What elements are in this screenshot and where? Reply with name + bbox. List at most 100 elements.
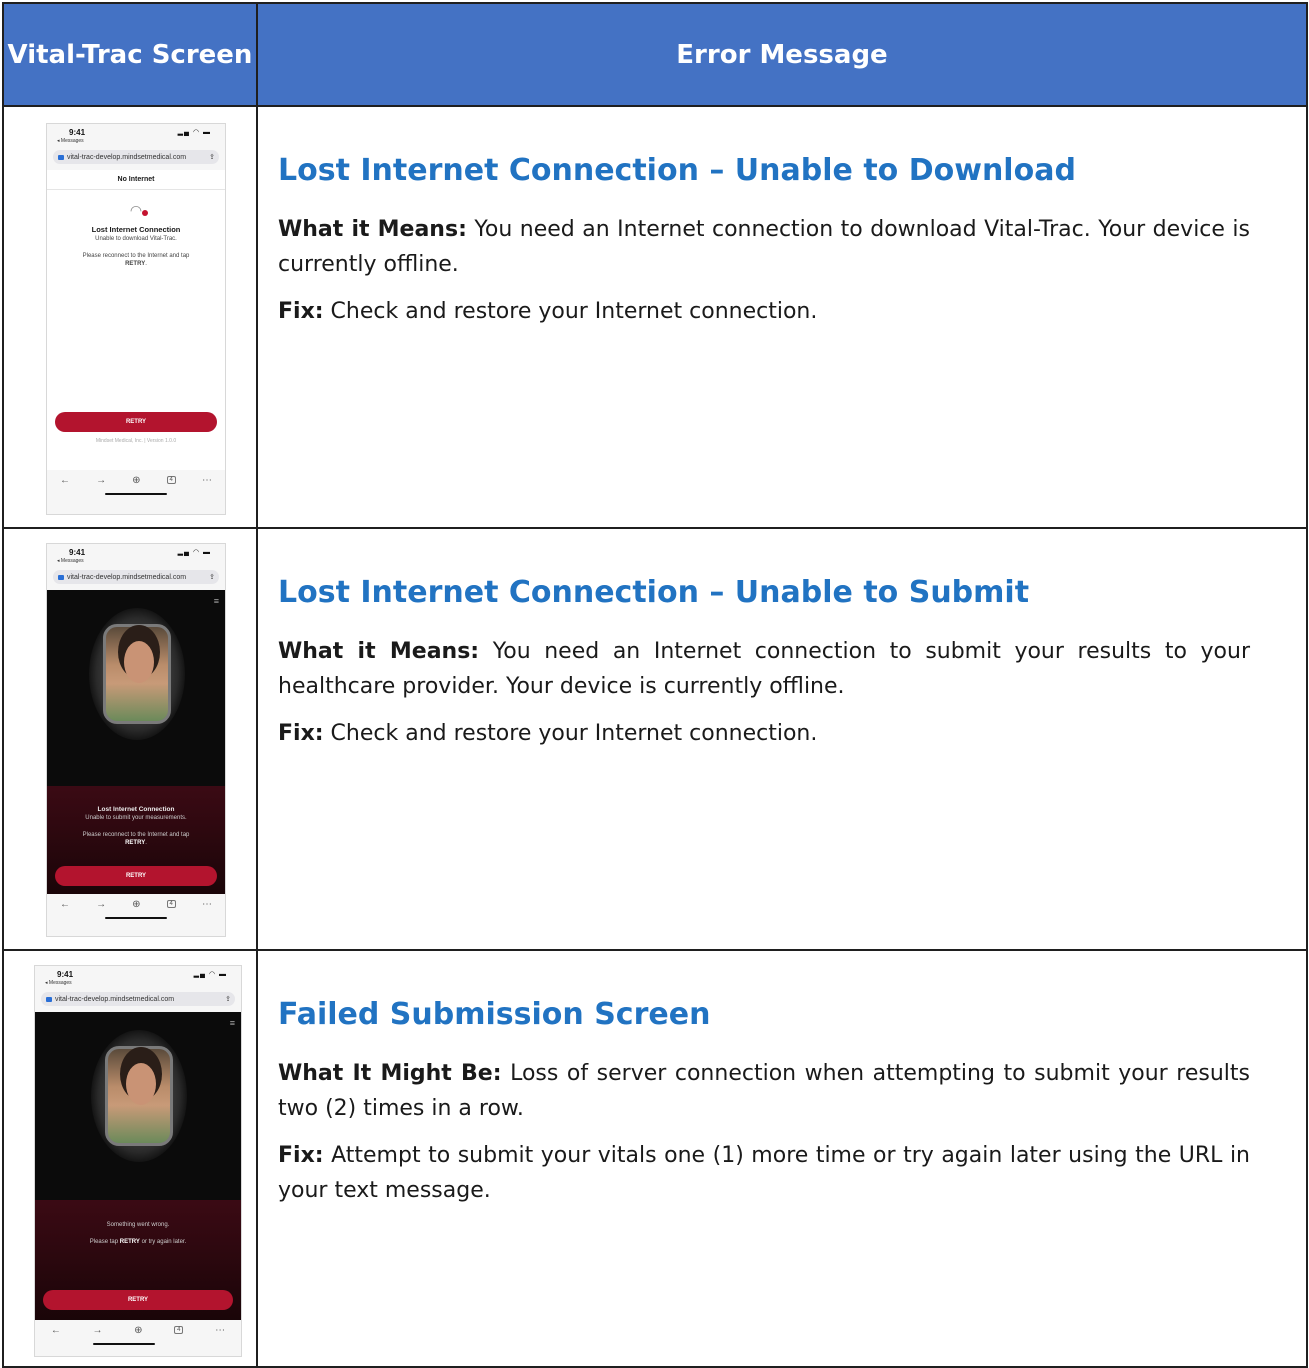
message-cell: Lost Internet Connection – Unable to Sub…	[260, 529, 1306, 949]
fix-text: Attempt to submit your vitals one (1) mo…	[278, 1143, 1250, 1203]
message-title: Lost Internet Connection	[91, 225, 181, 234]
home-indicator	[47, 914, 225, 924]
message-subtitle: Unable to download Vital-Trac.	[95, 236, 177, 242]
instructions-retry: RETRY	[125, 840, 146, 846]
table-row: 9:41 ◂ Messages ▂▄ ◠ ▬ vital-trac-develo…	[4, 951, 1306, 1366]
plus-icon: ⊕	[134, 1324, 143, 1336]
fix-paragraph: Fix: Check and restore your Internet con…	[278, 716, 1250, 751]
message-instructions: Please reconnect to the Internet and tap…	[82, 832, 190, 846]
instructions-text: Please tap	[89, 1239, 119, 1245]
more-icon: ⋯	[201, 474, 212, 486]
error-title: Failed Submission Screen	[278, 997, 711, 1032]
more-icon: ⋯	[201, 898, 212, 910]
share-icon: ⇪	[225, 996, 231, 1003]
error-title: Lost Internet Connection – Unable to Dow…	[278, 153, 1076, 188]
home-indicator	[47, 490, 225, 500]
retry-button: RETRY	[55, 412, 217, 432]
url-text: vital-trac-develop.mindsetmedical.com	[67, 573, 187, 581]
back-to-messages: ◂ Messages	[57, 138, 84, 144]
meaning-paragraph: What it Means: You need an Internet conn…	[278, 212, 1250, 282]
meaning-label: What it Means:	[278, 639, 480, 664]
screen-cell: 9:41 ◂ Messages ▂▄ ◠ ▬ vital-trac-develo…	[4, 107, 258, 527]
tabs-icon: 4	[166, 476, 176, 484]
status-time: 9:41	[69, 128, 86, 137]
signal-icon: ▂▄ ◠ ▬	[193, 971, 227, 978]
screen-cell: 9:41 ◂ Messages ▂▄ ◠ ▬ vital-trac-develo…	[4, 951, 258, 1366]
status-bar: 9:41 ◂ Messages ▂▄ ◠ ▬	[47, 124, 225, 150]
fix-label: Fix:	[278, 721, 324, 746]
status-time: 9:41	[69, 548, 86, 557]
fix-paragraph: Fix: Attempt to submit your vitals one (…	[278, 1138, 1250, 1208]
browser-toolbar: ← → ⊕ 4 ⋯	[47, 894, 225, 914]
phone-screenshot: 9:41 ◂ Messages ▂▄ ◠ ▬ vital-trac-develo…	[46, 123, 226, 515]
face-glow	[91, 1030, 187, 1162]
menu-icon: ≡	[229, 1018, 235, 1028]
meaning-paragraph: What It Might Be: Loss of server connect…	[278, 1056, 1250, 1126]
forward-arrow-icon: →	[96, 474, 107, 486]
retry-button: RETRY	[55, 866, 217, 886]
status-bar: 9:41 ◂ Messages ▂▄ ◠ ▬	[35, 966, 241, 992]
camera-icon	[46, 996, 52, 1002]
message-title: Lost Internet Connection	[97, 806, 175, 813]
share-icon: ⇪	[209, 574, 215, 581]
message-subtitle: Something went wrong.	[106, 1222, 170, 1228]
header-error-message: Error Message	[676, 39, 888, 70]
phone-screenshot: 9:41 ◂ Messages ▂▄ ◠ ▬ vital-trac-develo…	[34, 965, 242, 1357]
signal-icon: ▂▄ ◠ ▬	[177, 549, 211, 556]
signal-icon: ▂▄ ◠ ▬	[177, 129, 211, 136]
url-bar: vital-trac-develop.mindsetmedical.com ⇪	[41, 992, 235, 1006]
instructions-retry: RETRY	[125, 261, 146, 267]
app-screen: ≡ Lost Internet Connection Unable to sub…	[47, 590, 225, 894]
forward-arrow-icon: →	[96, 898, 107, 910]
fix-text: Check and restore your Internet connecti…	[323, 299, 818, 324]
table-row: 9:41 ◂ Messages ▂▄ ◠ ▬ vital-trac-develo…	[4, 529, 1306, 951]
message-subtitle: Unable to submit your measurements.	[85, 815, 187, 821]
table-row: 9:41 ◂ Messages ▂▄ ◠ ▬ vital-trac-develo…	[4, 107, 1306, 529]
status-time: 9:41	[57, 970, 74, 979]
browser-toolbar: ← → ⊕ 4 ⋯	[35, 1320, 241, 1340]
instructions-text: Please reconnect to the Internet and tap	[82, 832, 190, 838]
face-image	[126, 1063, 156, 1105]
retry-button: RETRY	[43, 1290, 233, 1310]
plus-icon: ⊕	[132, 898, 141, 910]
error-title: Lost Internet Connection – Unable to Sub…	[278, 575, 1030, 610]
url-text: vital-trac-develop.mindsetmedical.com	[55, 995, 175, 1003]
back-arrow-icon: ←	[60, 474, 71, 486]
more-icon: ⋯	[215, 1324, 226, 1336]
nav-title: No Internet	[47, 170, 225, 190]
status-bar: 9:41 ◂ Messages ▂▄ ◠ ▬	[47, 544, 225, 570]
meaning-label: What it Means:	[278, 217, 467, 242]
instructions-text: Please reconnect to the Internet and tap	[82, 253, 190, 259]
app-screen: ≡ Something went wrong. Please tap RETRY…	[35, 1012, 241, 1320]
tabs-icon: 4	[174, 1326, 184, 1334]
screen-cell: 9:41 ◂ Messages ▂▄ ◠ ▬ vital-trac-develo…	[4, 529, 258, 949]
app-screen: No Internet ◠ Lost Internet Connection U…	[47, 170, 225, 470]
plus-icon: ⊕	[132, 474, 141, 486]
message-cell: Failed Submission Screen What It Might B…	[260, 951, 1306, 1366]
back-to-messages: ◂ Messages	[57, 558, 84, 564]
version-text: Mindset Medical, Inc. | Version 1.0.0	[95, 438, 177, 444]
face-frame	[103, 624, 171, 724]
back-arrow-icon: ←	[60, 898, 71, 910]
instructions-retry: RETRY	[119, 1239, 140, 1245]
meaning-label: What It Might Be:	[278, 1061, 502, 1086]
face-frame	[105, 1046, 173, 1146]
camera-icon	[58, 154, 64, 160]
url-text: vital-trac-develop.mindsetmedical.com	[67, 153, 187, 161]
header-vital-trac-screen: Vital-Trac Screen	[4, 4, 258, 105]
face-glow	[89, 608, 185, 740]
phone-screenshot: 9:41 ◂ Messages ▂▄ ◠ ▬ vital-trac-develo…	[46, 543, 226, 937]
url-bar: vital-trac-develop.mindsetmedical.com ⇪	[53, 150, 219, 164]
tabs-icon: 4	[166, 900, 176, 908]
home-indicator	[35, 1340, 241, 1350]
wifi-off-icon: ◠	[47, 202, 225, 219]
url-bar: vital-trac-develop.mindsetmedical.com ⇪	[53, 570, 219, 584]
forward-arrow-icon: →	[92, 1324, 103, 1336]
message-instructions: Please reconnect to the Internet and tap…	[82, 253, 190, 267]
error-table: Vital-Trac Screen Error Message 9:41 ◂ M…	[2, 2, 1308, 1368]
instructions-tail: or try again later.	[141, 1239, 187, 1245]
table-header: Vital-Trac Screen Error Message	[4, 4, 1306, 107]
face-image	[124, 641, 154, 683]
message-instructions: Please tap RETRY or try again later.	[35, 1238, 241, 1246]
menu-icon: ≡	[213, 596, 219, 606]
